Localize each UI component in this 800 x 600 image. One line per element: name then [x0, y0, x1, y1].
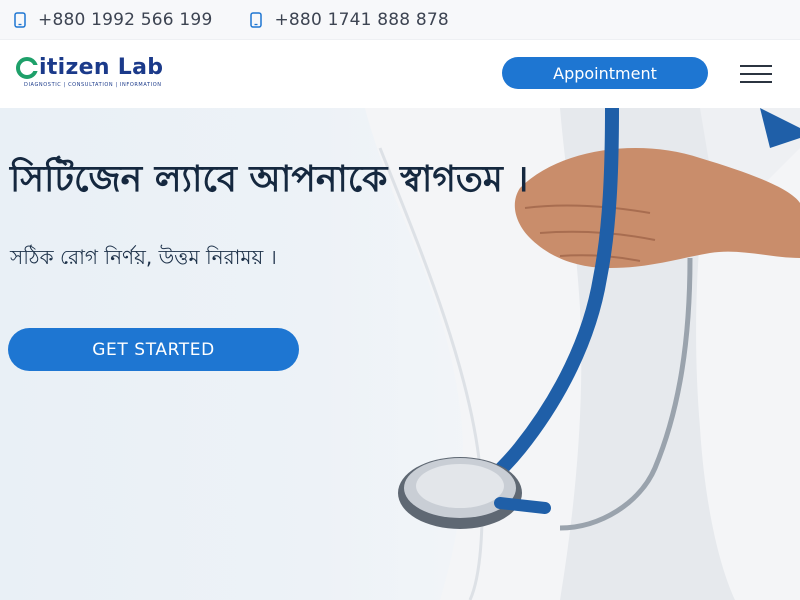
phone-number: +880 1741 888 878	[274, 9, 449, 30]
hero-title: সিটিজেন ল্যাবে আপনাকে স্বাগতম ।	[10, 159, 529, 200]
hero-subtitle: সঠিক রোগ নির্ণয়, উত্তম নিরাময় ।	[10, 245, 277, 269]
logo-text: itizen Lab	[39, 55, 164, 80]
navbar: itizen Lab DIAGNOSTIC | CONSULTATION | I…	[0, 40, 800, 108]
appointment-button[interactable]: Appointment	[502, 57, 708, 89]
phone-contact-2[interactable]: +880 1741 888 878	[250, 9, 449, 30]
contact-bar: +880 1992 566 199 +880 1741 888 878	[0, 0, 800, 40]
hero-section: সিটিজেন ল্যাবে আপনাকে স্বাগতম । সঠিক রোগ…	[0, 108, 800, 600]
phone-contact-1[interactable]: +880 1992 566 199	[14, 10, 212, 30]
citizen-lab-logo[interactable]: itizen Lab DIAGNOSTIC | CONSULTATION | I…	[16, 57, 216, 91]
logo-wordmark: itizen Lab	[16, 57, 216, 79]
logo-tagline: DIAGNOSTIC | CONSULTATION | INFORMATION	[24, 82, 162, 88]
phone-number: +880 1992 566 199	[38, 9, 213, 30]
mobile-phone-icon	[250, 11, 263, 28]
hamburger-menu-icon[interactable]	[740, 65, 772, 83]
mobile-phone-icon	[14, 11, 26, 28]
logo-c-mark	[16, 57, 40, 79]
get-started-button[interactable]: GET STARTED	[8, 328, 299, 371]
